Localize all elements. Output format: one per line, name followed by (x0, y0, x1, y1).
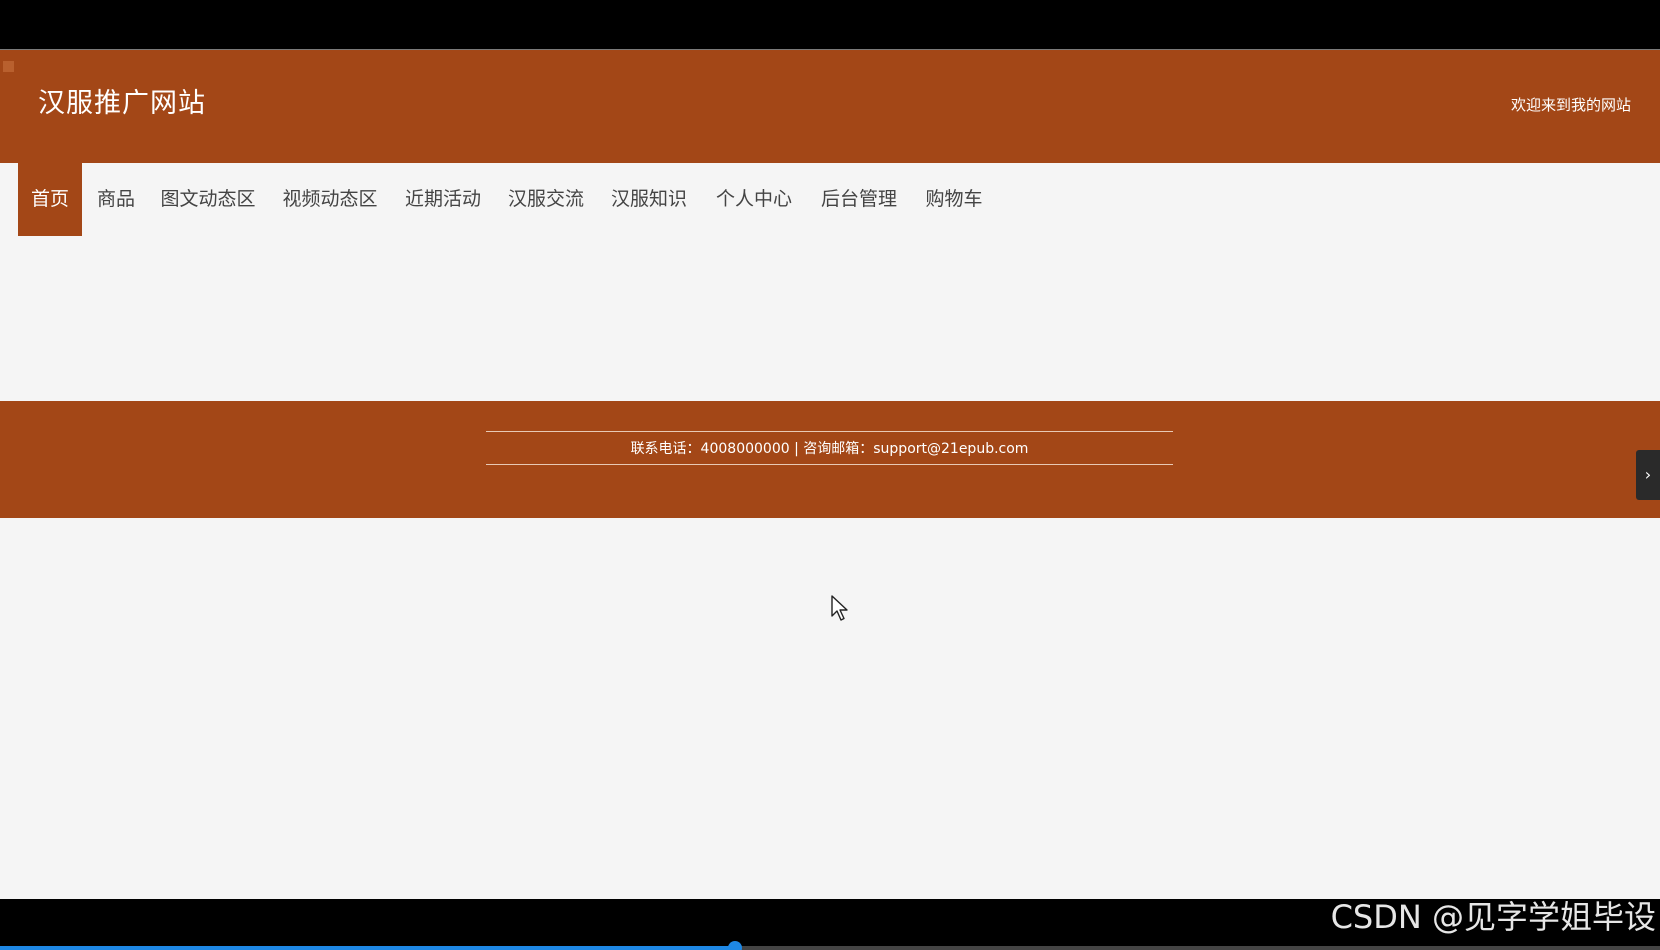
video-progress-fill (0, 946, 736, 950)
site-header: 汉服推广网站 欢迎来到我的网站 (0, 50, 1660, 163)
watermark: CSDN @见字学姐毕设 (1330, 898, 1656, 936)
nav-item-cart[interactable]: 购物车 (920, 163, 988, 236)
video-progress-bar[interactable] (0, 941, 1660, 950)
side-panel-toggle[interactable]: › (1636, 450, 1660, 500)
nav-item-video-posts[interactable]: 视频动态区 (276, 163, 384, 236)
mouse-cursor-icon (831, 595, 848, 621)
nav-item-exchange[interactable]: 汉服交流 (503, 163, 589, 236)
video-progress-knob[interactable] (728, 941, 743, 950)
nav-item-image-posts[interactable]: 图文动态区 (154, 163, 262, 236)
nav-item-activities[interactable]: 近期活动 (400, 163, 486, 236)
nav-item-admin[interactable]: 后台管理 (816, 163, 902, 236)
nav-item-home[interactable]: 首页 (18, 163, 82, 236)
video-frame: 汉服推广网站 欢迎来到我的网站 首页 商品 图文动态区 视频动态区 近期活动 汉… (0, 0, 1660, 950)
footer-contact-box: 联系电话：4008000000 | 咨询邮箱：support@21epub.co… (486, 431, 1173, 465)
main-nav: 首页 商品 图文动态区 视频动态区 近期活动 汉服交流 汉服知识 个人中心 后台… (0, 163, 1660, 286)
welcome-text: 欢迎来到我的网站 (1510, 96, 1631, 114)
site-title: 汉服推广网站 (38, 88, 206, 119)
browser-page: 汉服推广网站 欢迎来到我的网站 首页 商品 图文动态区 视频动态区 近期活动 汉… (0, 50, 1660, 899)
footer-contact-text: 联系电话：4008000000 | 咨询邮箱：support@21epub.co… (630, 441, 1029, 457)
corner-mark (3, 61, 14, 72)
nav-item-products[interactable]: 商品 (86, 163, 146, 236)
site-footer: 联系电话：4008000000 | 咨询邮箱：support@21epub.co… (0, 401, 1660, 518)
chevron-right-icon: › (1644, 465, 1652, 484)
nav-item-knowledge[interactable]: 汉服知识 (606, 163, 692, 236)
nav-item-profile[interactable]: 个人中心 (711, 163, 797, 236)
